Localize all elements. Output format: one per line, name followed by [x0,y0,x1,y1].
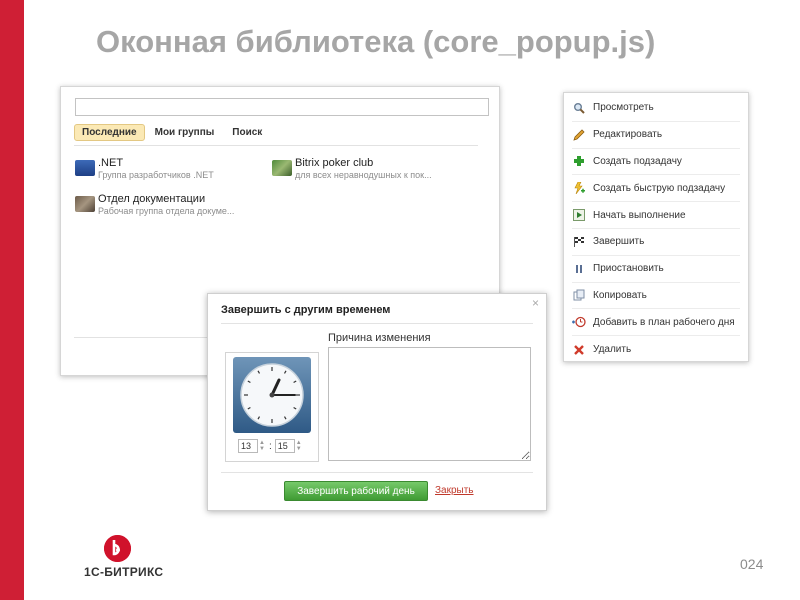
page-number: 024 [740,556,764,572]
documents-group-icon [75,196,95,212]
minutes-input[interactable] [274,439,295,453]
time-separator: : [269,440,272,452]
menu-item-copy[interactable]: Копировать [572,283,740,310]
magnifier-icon [572,101,586,115]
group-item-poker[interactable]: Bitrix poker club для всех неравнодушных… [272,157,432,181]
menu-item-create-quick-subtask[interactable]: Создать быструю подзадачу [572,175,740,203]
group-name: Bitrix poker club [295,157,374,169]
group-description: Рабочая группа отдела докуме... [98,206,235,216]
accent-sidebar-bar [0,0,24,600]
dialog-title: Завершить с другим временем [221,304,391,316]
add-to-plan-icon [572,315,586,329]
delete-cross-icon [572,343,586,357]
minutes-spinner-icon[interactable]: ▲ ▼ [295,440,303,452]
reason-label: Причина изменения [328,332,431,344]
dialog-footer-divider [221,472,533,473]
lightning-plus-icon [572,181,586,195]
finish-other-time-dialog: × Завершить с другим временем 13 ▲ ▼: 1… [207,293,547,511]
menu-item-label: Создать быструю подзадачу [593,182,726,194]
close-link[interactable]: Закрыть [435,485,474,496]
menu-item-label: Приостановить [593,263,664,275]
net-logo-icon [75,160,95,176]
menu-item-label: Начать выполнение [593,209,686,221]
menu-item-pause[interactable]: Приостановить [572,256,740,283]
reason-textarea[interactable] [328,347,531,461]
menu-item-label: Добавить в план рабочего дня [593,316,735,328]
bitrix-logo: 1С-БИТРИКС [84,535,184,580]
time-inputs: ▲▼ : ▲▼ [238,439,303,453]
tabs-divider [74,145,478,146]
analog-clock[interactable] [233,357,311,433]
groups-tabs: Последние Мои группы Поиск [74,124,272,141]
finish-workday-button[interactable]: Завершить рабочий день [284,481,428,501]
hours-input[interactable] [238,439,258,453]
menu-item-delete[interactable]: Удалить [572,336,740,363]
hours-spinner-icon[interactable]: ▲ ▼ [258,440,266,452]
group-name: .NET [98,157,124,169]
group-description: для всех неравнодушных к пок... [295,170,432,180]
bitrix-logo-mark [104,535,131,562]
bitrix-logo-text: 1С-БИТРИКС [84,565,164,579]
menu-item-view[interactable]: Просмотреть [572,95,740,122]
menu-item-label: Удалить [593,344,632,356]
group-item-docs[interactable]: Отдел документации Рабочая группа отдела… [75,193,234,217]
plus-icon [572,154,586,168]
tab-my-groups[interactable]: Мои группы [147,124,223,141]
slide-title: Оконная библиотека (core_popup.js) [96,24,656,59]
clock-widget: ▲▼ : ▲▼ [225,352,319,462]
group-name: Отдел документации [98,193,206,205]
group-description: Группа разработчиков .NET [98,170,214,180]
menu-item-add-to-plan[interactable]: Добавить в план рабочего дня [572,309,740,337]
checkered-flag-icon [572,235,586,249]
menu-item-label: Редактировать [593,129,663,141]
menu-item-label: Просмотреть [593,102,654,114]
close-icon[interactable]: × [532,296,539,310]
pause-icon [572,262,586,276]
group-item-net[interactable]: .NET Группа разработчиков .NET [75,157,214,181]
menu-item-finish[interactable]: Завершить [572,229,740,256]
dialog-title-divider [221,323,533,324]
group-search-input[interactable] [75,98,489,116]
poker-club-icon [272,160,292,176]
menu-item-label: Копировать [593,289,647,301]
menu-item-create-subtask[interactable]: Создать подзадачу [572,149,740,176]
menu-item-label: Создать подзадачу [593,155,682,167]
menu-item-edit[interactable]: Редактировать [572,122,740,149]
play-icon [572,208,586,222]
task-context-menu: Просмотреть Редактировать Создать подзад… [563,92,749,362]
copy-icon [572,288,586,302]
tab-recent[interactable]: Последние [74,124,145,141]
menu-item-label: Завершить [593,236,645,248]
menu-item-start[interactable]: Начать выполнение [572,202,740,229]
tab-search[interactable]: Поиск [224,124,270,141]
pencil-icon [572,128,586,142]
